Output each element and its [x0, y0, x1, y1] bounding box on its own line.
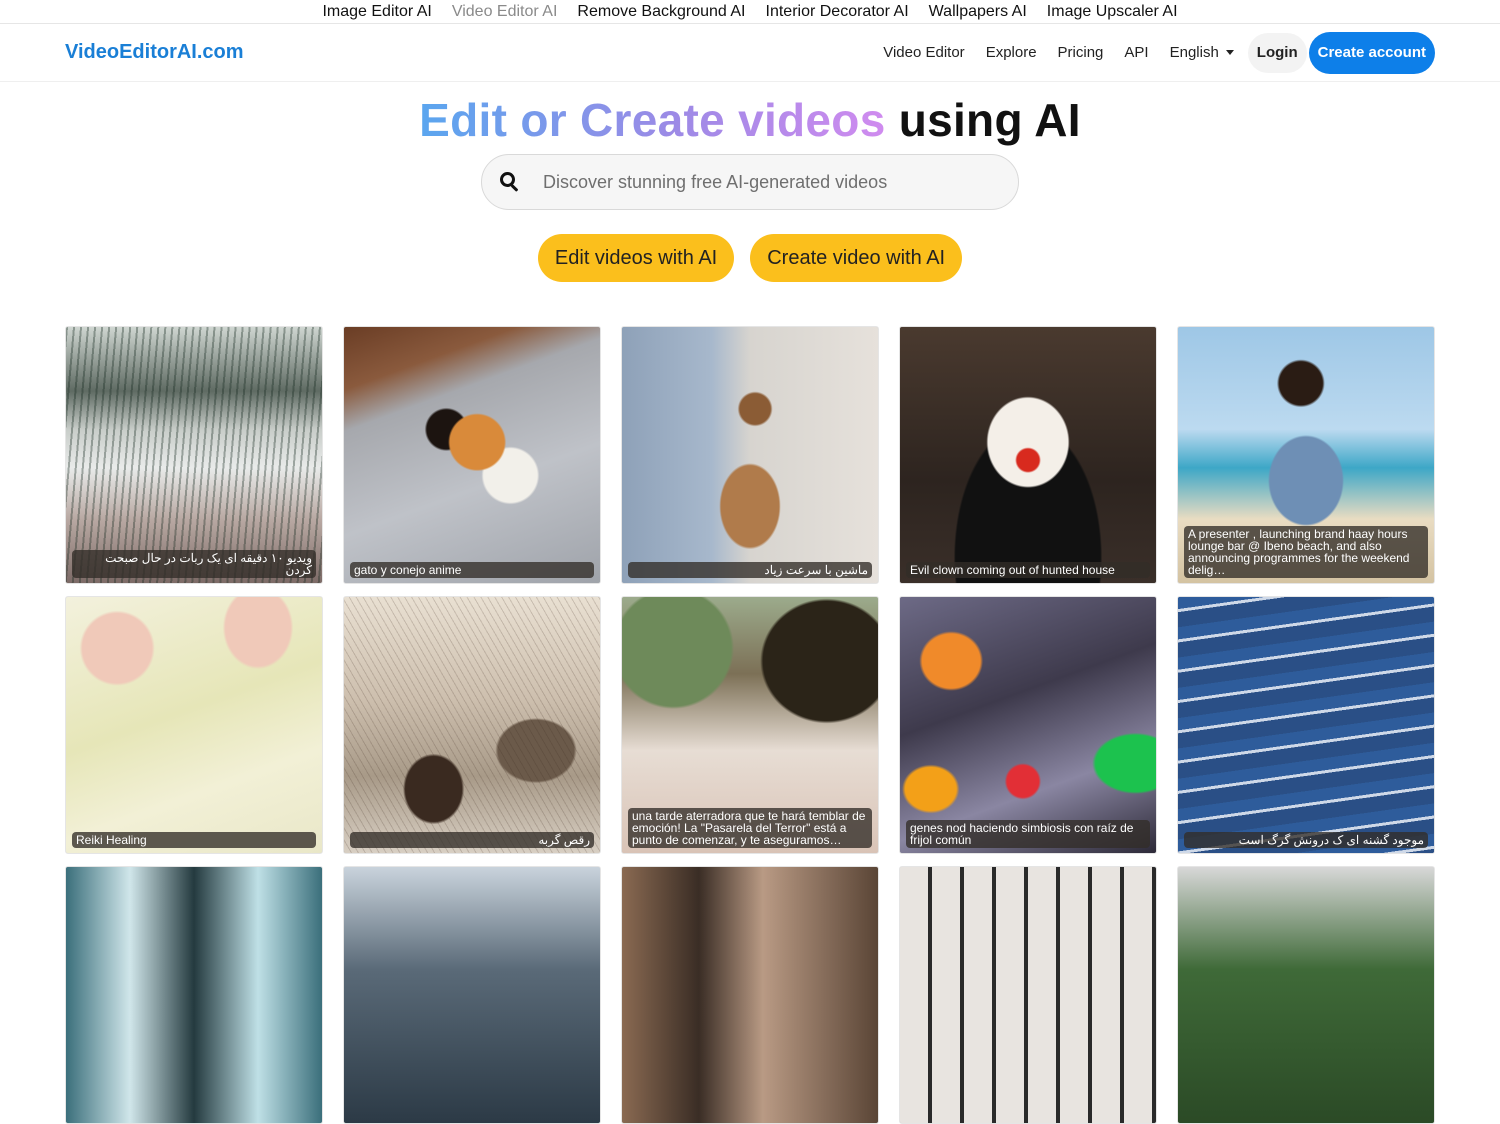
language-label: English	[1169, 44, 1219, 61]
video-thumbnail	[66, 867, 322, 1123]
video-card[interactable]	[1177, 866, 1435, 1124]
video-caption: Evil clown coming out of hunted house	[906, 562, 1150, 578]
video-card[interactable]: ویدیو ۱۰ دقیقه ای یک ربات در حال صبحت کر…	[65, 326, 323, 584]
product-link-wallpapers[interactable]: Wallpapers AI	[919, 0, 1037, 24]
hero-title: Edit or Create videos using AI	[0, 96, 1500, 144]
video-card[interactable]: Reiki Healing	[65, 596, 323, 854]
video-card[interactable]	[621, 866, 879, 1124]
product-link-remove-background[interactable]: Remove Background AI	[567, 0, 755, 24]
video-caption: موجود گشنه ای ک درونش گرگ است	[1184, 832, 1428, 848]
video-caption: رقص گربه	[350, 832, 594, 848]
video-caption: A presenter , launching brand haay hours…	[1184, 526, 1428, 578]
video-thumbnail	[1178, 867, 1434, 1123]
video-caption: una tarde aterradora que te hará temblar…	[628, 808, 872, 848]
video-thumbnail	[66, 327, 322, 583]
video-thumbnail	[1178, 597, 1434, 853]
nav-link-api[interactable]: API	[1124, 44, 1148, 61]
edit-videos-button[interactable]: Edit videos with AI	[537, 234, 735, 282]
nav-link-explore[interactable]: Explore	[986, 44, 1037, 61]
video-thumbnail	[622, 867, 878, 1123]
search-icon[interactable]	[500, 172, 520, 192]
video-card[interactable]: Evil clown coming out of hunted house	[899, 326, 1157, 584]
video-thumbnail	[344, 867, 600, 1123]
video-card[interactable]	[65, 866, 323, 1124]
video-caption: ویدیو ۱۰ دقیقه ای یک ربات در حال صبحت کر…	[72, 550, 316, 578]
video-card[interactable]: una tarde aterradora que te hará temblar…	[621, 596, 879, 854]
product-link-interior-decorator[interactable]: Interior Decorator AI	[756, 0, 919, 24]
video-thumbnail	[66, 597, 322, 853]
video-card[interactable]: gato y conejo anime	[343, 326, 601, 584]
video-caption: genes nod haciendo simbiosis con raíz de…	[906, 820, 1150, 848]
video-card[interactable]	[343, 866, 601, 1124]
video-thumbnail	[900, 867, 1156, 1123]
product-link-video-editor[interactable]: Video Editor AI	[442, 0, 568, 24]
video-thumbnail	[344, 597, 600, 853]
product-switcher-bar: Image Editor AI Video Editor AI Remove B…	[0, 0, 1500, 24]
video-card[interactable]: موجود گشنه ای ک درونش گرگ است	[1177, 596, 1435, 854]
video-caption: gato y conejo anime	[350, 562, 594, 578]
video-caption: ماشین با سرعت زیاد	[628, 562, 872, 578]
video-gallery: ویدیو ۱۰ دقیقه ای یک ربات در حال صبحت کر…	[65, 326, 1435, 1124]
nav-menu: Video Editor Explore Pricing API English…	[862, 31, 1435, 74]
search-bar	[481, 154, 1019, 210]
nav-link-video-editor[interactable]: Video Editor	[883, 44, 964, 61]
hero-title-highlight: Edit or Create videos	[419, 94, 886, 146]
video-card[interactable]	[899, 866, 1157, 1124]
hero-title-rest: using AI	[898, 94, 1081, 146]
main-navbar: VideoEditorAI.com Video Editor Explore P…	[0, 24, 1500, 82]
caret-down-icon	[1225, 50, 1234, 55]
video-card[interactable]: ماشین با سرعت زیاد	[621, 326, 879, 584]
brand-logo-link[interactable]: VideoEditorAI.com	[65, 41, 244, 64]
video-card[interactable]: A presenter , launching brand haay hours…	[1177, 326, 1435, 584]
video-caption: Reiki Healing	[72, 832, 316, 848]
video-card[interactable]: رقص گربه	[343, 596, 601, 854]
nav-link-pricing[interactable]: Pricing	[1058, 44, 1104, 61]
video-thumbnail	[900, 327, 1156, 583]
product-link-image-editor[interactable]: Image Editor AI	[312, 0, 441, 24]
video-thumbnail	[622, 327, 878, 583]
login-button[interactable]: Login	[1247, 32, 1307, 73]
language-dropdown[interactable]: English	[1170, 44, 1234, 61]
search-input[interactable]	[543, 171, 983, 193]
video-thumbnail	[900, 597, 1156, 853]
video-thumbnail	[344, 327, 600, 583]
hero-section: Edit or Create videos using AI Edit vide…	[0, 96, 1500, 282]
create-video-button[interactable]: Create video with AI	[750, 234, 963, 282]
create-account-button[interactable]: Create account	[1308, 31, 1435, 74]
cta-row: Edit videos with AI Create video with AI	[0, 234, 1500, 282]
video-card[interactable]: genes nod haciendo simbiosis con raíz de…	[899, 596, 1157, 854]
product-link-image-upscaler[interactable]: Image Upscaler AI	[1037, 0, 1188, 24]
